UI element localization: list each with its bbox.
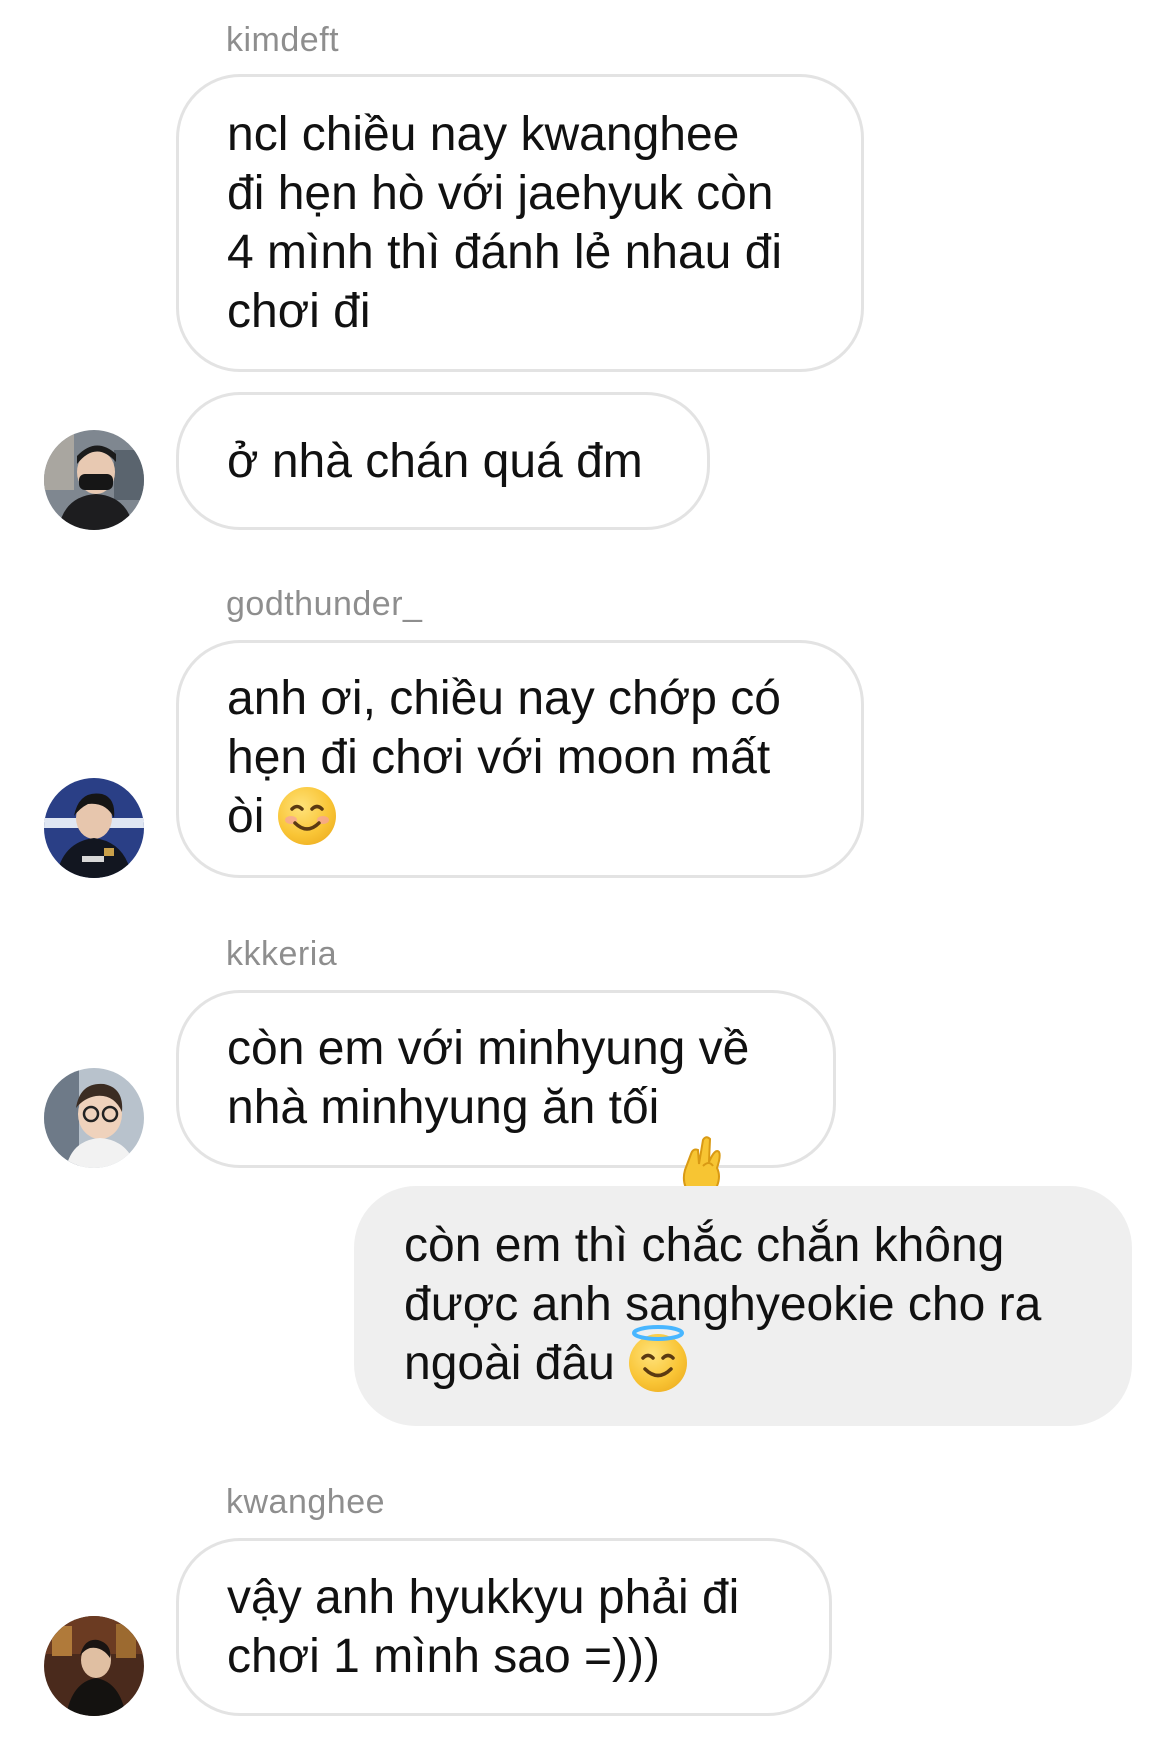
message-bubble[interactable]: còn em với minhyung về nhà minhyung ăn t… (176, 990, 836, 1198)
message-bubble[interactable]: ở nhà chán quá đm (176, 392, 710, 530)
avatar[interactable] (44, 1068, 144, 1168)
outgoing-message-bubble[interactable]: còn em thì chắc chắn không được anh sang… (354, 1186, 1132, 1426)
avatar[interactable] (44, 778, 144, 878)
message-text: còn em với minhyung về nhà minhyung ăn t… (227, 1019, 749, 1198)
smiling-face-with-halo-icon (628, 1324, 687, 1392)
message-text: ncl chiều nay kwanghee đi hẹn hò với jae… (227, 108, 783, 338)
message-text: ở nhà chán quá đm (227, 434, 643, 488)
sender-name: kimdeft (226, 21, 340, 59)
crossed-fingers-icon (673, 1077, 731, 1198)
message-text: vậy anh hyukkyu phải đi chơi 1 mình sao … (227, 1571, 740, 1683)
avatar[interactable] (44, 1616, 144, 1716)
sender-name: godthunder_ (226, 585, 423, 623)
message-bubble[interactable]: anh ơi, chiều nay chớp có hẹn đi chơi vớ… (176, 640, 864, 878)
avatar[interactable] (44, 430, 144, 530)
sender-name: kkkeria (226, 935, 338, 973)
sender-name: kwanghee (226, 1483, 386, 1521)
message-text: còn em thì chắc chắn không được anh sang… (404, 1219, 1042, 1392)
message-bubble[interactable]: ncl chiều nay kwanghee đi hẹn hò với jae… (176, 74, 864, 372)
message-text: anh ơi, chiều nay chớp có hẹn đi chơi vớ… (227, 672, 781, 845)
message-bubble[interactable]: vậy anh hyukkyu phải đi chơi 1 mình sao … (176, 1538, 832, 1716)
smiling-face-icon (278, 786, 337, 845)
